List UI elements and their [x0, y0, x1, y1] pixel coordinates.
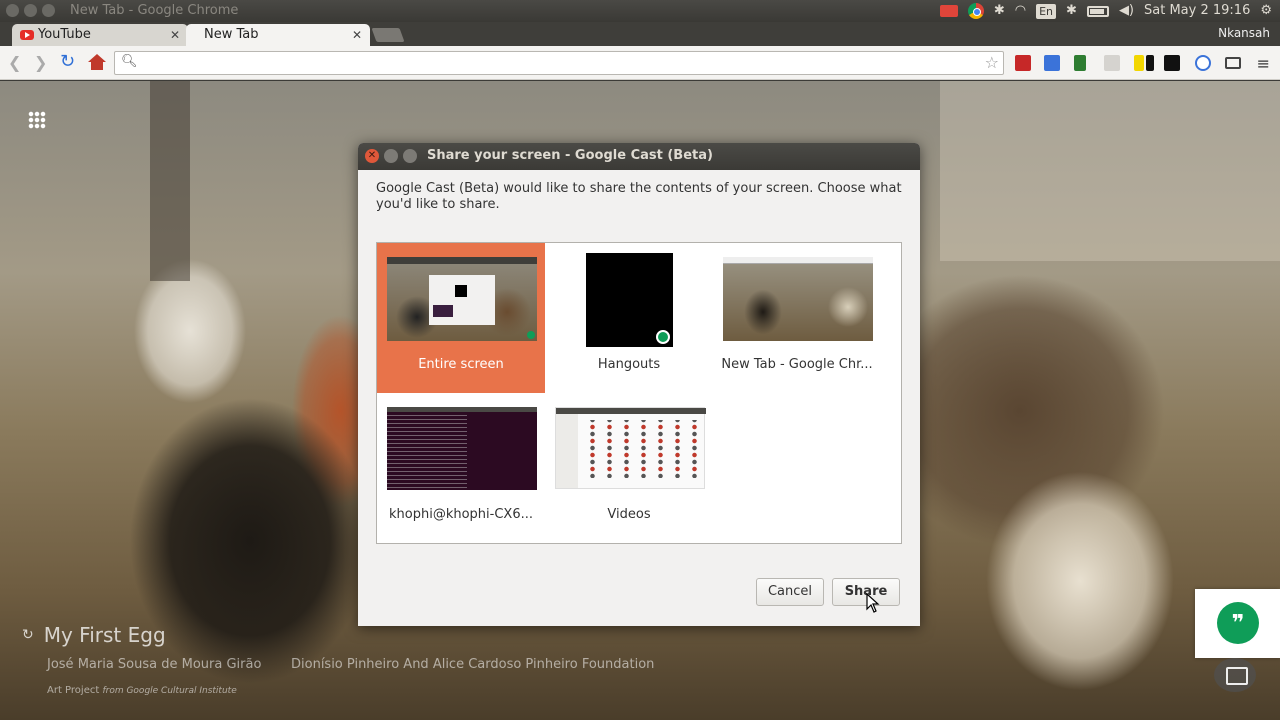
back-button[interactable]: ❮	[8, 53, 21, 72]
bluetooth-icon[interactable]: ✱	[994, 2, 1005, 20]
os-top-panel: New Tab - Google Chrome ✱ ◠ En ✱ ◀) Sat …	[0, 0, 1280, 22]
hangouts-icon	[656, 330, 670, 344]
chrome-menu-icon[interactable]: ≡	[1257, 54, 1270, 73]
artwork-owner[interactable]: Dionísio Pinheiro And Alice Cardoso Pinh…	[291, 657, 654, 672]
new-tab-button[interactable]	[371, 28, 405, 42]
forward-button[interactable]: ❯	[34, 53, 47, 72]
green-doc-ext-icon[interactable]	[1074, 55, 1086, 71]
battery-icon[interactable]	[1086, 5, 1109, 17]
window-close-button[interactable]	[6, 4, 19, 17]
window-minimize-button[interactable]	[24, 4, 37, 17]
window-maximize-button[interactable]	[42, 4, 55, 17]
bookmark-star-icon[interactable]: ☆	[985, 53, 999, 72]
source-entire-screen[interactable]: Entire screen	[377, 243, 545, 393]
chrome-window-thumbnail	[723, 257, 873, 341]
grey-ext-icon[interactable]	[1104, 55, 1120, 71]
dialog-maximize-icon[interactable]	[403, 149, 417, 163]
omnibox[interactable]: 🔍︎ ☆	[114, 51, 1004, 75]
credit-suffix: from Google Cultural Institute	[102, 686, 237, 696]
volume-icon[interactable]: ◀)	[1119, 2, 1134, 20]
source-label: Videos	[607, 507, 651, 522]
dialog-minimize-icon[interactable]	[384, 149, 398, 163]
source-hangouts[interactable]: Hangouts	[545, 243, 713, 393]
videos-window-thumbnail	[555, 407, 706, 489]
source-terminal[interactable]: khophi@khophi-CX6...	[377, 393, 545, 543]
painting-barn-post	[150, 81, 190, 281]
tab-youtube[interactable]: YouTube ✕	[12, 24, 188, 46]
settings-gear-icon[interactable]: ⚙	[1260, 2, 1272, 20]
terminal-window-thumbnail	[387, 407, 537, 490]
red-square-ext-icon[interactable]	[1015, 55, 1031, 71]
source-new-tab-chrome[interactable]: New Tab - Google Chr...	[713, 243, 881, 393]
source-label: Entire screen	[418, 357, 504, 372]
dialog-message: Google Cast (Beta) would like to share t…	[376, 181, 902, 212]
profile-name[interactable]: Nkansah	[1218, 26, 1270, 40]
credit-prefix: Art Project	[47, 685, 100, 696]
artwork-title-text: My First Egg	[43, 623, 166, 647]
window-title: New Tab - Google Chrome	[70, 3, 239, 18]
tab-close-icon[interactable]: ✕	[170, 24, 180, 46]
tab-new-tab[interactable]: New Tab ✕	[186, 24, 370, 46]
screen-share-icon[interactable]	[1214, 658, 1256, 692]
hangouts-window-thumbnail	[586, 253, 673, 347]
hangouts-card: ❞	[1195, 589, 1280, 658]
painting-wall	[940, 81, 1280, 261]
artwork-artist[interactable]: José Maria Sousa de Moura Girão	[47, 657, 261, 672]
sync-ext-icon[interactable]	[1195, 55, 1211, 71]
translate-ext-icon[interactable]	[1044, 55, 1060, 71]
source-videos[interactable]: Videos	[545, 393, 713, 543]
dialog-close-icon[interactable]: ✕	[365, 149, 379, 163]
yellow-ext-icon[interactable]	[1134, 55, 1144, 71]
tab-label: YouTube	[38, 27, 91, 42]
source-label: Hangouts	[597, 357, 661, 372]
refresh-icon[interactable]: ↻	[22, 627, 34, 643]
source-label: khophi@khophi-CX6...	[389, 507, 533, 522]
dialog-titlebar: ✕ Share your screen - Google Cast (Beta)	[358, 143, 920, 170]
bluetooth-icon[interactable]: ✱	[1066, 2, 1077, 20]
keyboard-layout-indicator[interactable]: En	[1036, 3, 1057, 19]
art-project-credit[interactable]: Art Project from Google Cultural Institu…	[47, 685, 237, 696]
tab-strip: YouTube ✕ New Tab ✕ Nkansah	[0, 22, 1280, 46]
record-icon[interactable]	[939, 5, 958, 17]
browser-toolbar: ❮ ❯ ↻ 🔍︎ ☆ ≡	[0, 46, 1280, 80]
black-ext-icon[interactable]	[1164, 55, 1180, 71]
cast-icon[interactable]	[1225, 57, 1241, 69]
chrome-icon[interactable]	[967, 3, 984, 19]
home-icon[interactable]	[88, 54, 106, 70]
share-screen-dialog: ✕ Share your screen - Google Cast (Beta)…	[358, 143, 920, 626]
apps-grid-icon[interactable]	[28, 111, 46, 129]
reload-button[interactable]: ↻	[60, 51, 75, 72]
search-icon: 🔍︎	[121, 54, 138, 69]
wifi-icon[interactable]: ◠	[1015, 2, 1026, 20]
cancel-button[interactable]: Cancel	[756, 578, 824, 606]
hangouts-icon[interactable]: ❞	[1217, 602, 1259, 644]
clock[interactable]: Sat May 2 19:16	[1144, 2, 1250, 20]
source-label: New Tab - Google Chr...	[721, 357, 873, 372]
black-ext-icon[interactable]	[1146, 55, 1154, 71]
dialog-title: Share your screen - Google Cast (Beta)	[427, 148, 713, 163]
tab-label: New Tab	[204, 27, 259, 42]
entire-screen-thumbnail	[387, 257, 537, 341]
source-picker: Entire screen Hangouts New Tab - Google …	[376, 242, 902, 544]
window-controls	[6, 4, 55, 17]
youtube-icon	[20, 30, 34, 40]
system-tray: ✱ ◠ En ✱ ◀) Sat May 2 19:16 ⚙	[939, 2, 1272, 20]
tab-close-icon[interactable]: ✕	[352, 24, 362, 46]
artwork-title[interactable]: ↻ My First Egg	[22, 623, 166, 647]
